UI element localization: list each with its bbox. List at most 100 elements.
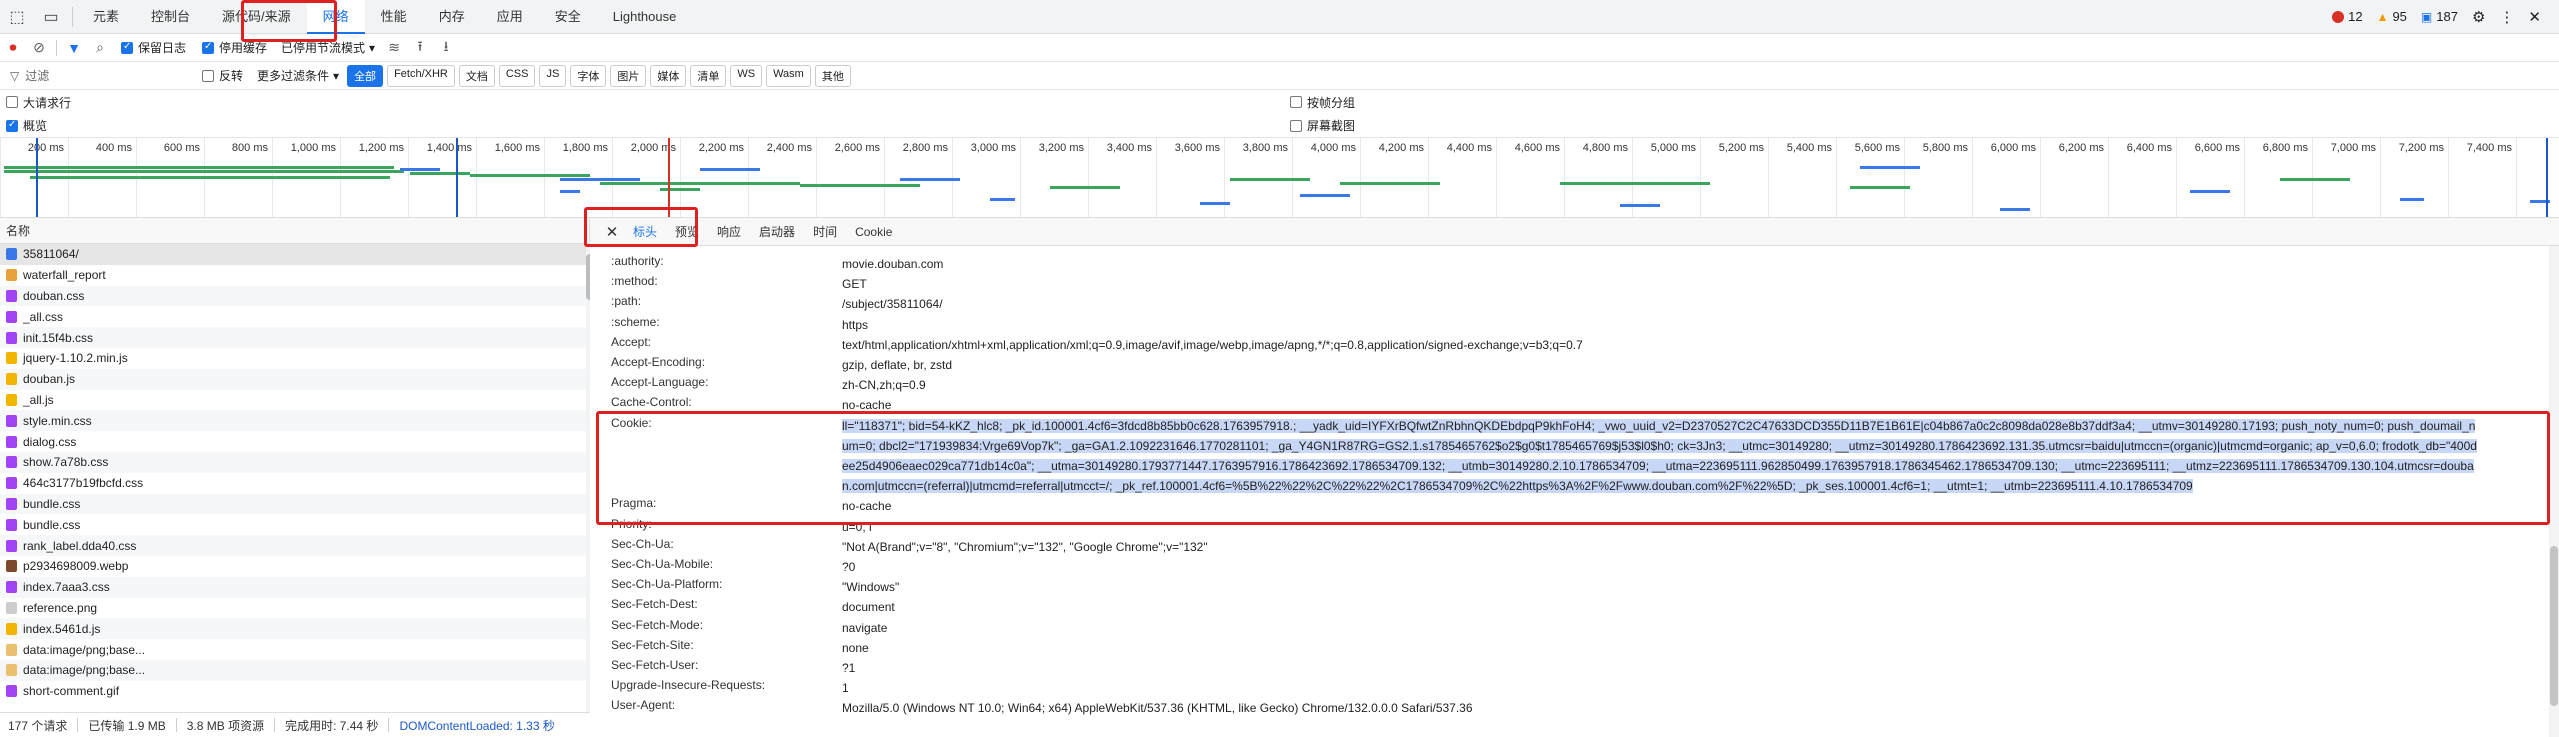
header-value[interactable]: gzip, deflate, br, zstd (842, 355, 2559, 375)
header-value[interactable]: document (842, 597, 2559, 617)
request-row[interactable]: bundle.css (0, 514, 589, 535)
network-conditions-icon[interactable]: ≋ (381, 35, 407, 61)
screenshots-checkbox[interactable]: 屏幕截图 (1290, 117, 1355, 134)
more-options-icon[interactable]: ⋮ (2499, 8, 2514, 26)
request-row[interactable]: 35811064/ (0, 244, 589, 265)
filter-chip[interactable]: 清单 (690, 64, 727, 87)
request-row[interactable]: waterfall_report (0, 265, 589, 286)
export-har-icon[interactable]: ⭳ (433, 35, 459, 61)
header-value[interactable]: u=0, i (842, 517, 2559, 537)
filter-chip[interactable]: 图片 (610, 64, 647, 87)
detail-tab[interactable]: 启动器 (750, 218, 804, 246)
header-value[interactable]: ?1 (842, 658, 2559, 678)
request-row[interactable]: data:image/png;base... (0, 659, 589, 681)
request-row[interactable]: reference.png (0, 598, 589, 619)
filter-chip[interactable]: Fetch/XHR (387, 64, 455, 87)
panel-tab[interactable]: 网络 (306, 0, 365, 34)
request-row[interactable]: 464c3177b19fbcfd.css (0, 473, 589, 494)
close-icon[interactable]: ✕ (2528, 8, 2541, 26)
clear-icon[interactable]: ⊘ (26, 35, 52, 61)
filter-chip[interactable]: 字体 (570, 64, 607, 87)
disable-cache-checkbox[interactable]: 停用缓存 (202, 39, 267, 56)
errors-badge[interactable]: 12 (2332, 9, 2363, 24)
panel-tab[interactable]: Lighthouse (597, 0, 693, 34)
panel-tab[interactable]: 应用 (481, 0, 539, 34)
request-row[interactable]: jquery-1.10.2.min.js (0, 348, 589, 369)
header-value[interactable]: navigate (842, 618, 2559, 638)
detail-tab[interactable]: 标头 (624, 218, 667, 246)
request-row[interactable]: show.7a78b.css (0, 451, 589, 473)
detail-tab[interactable]: 预览 (666, 218, 708, 246)
detail-scrollbar[interactable] (2549, 246, 2559, 737)
header-value[interactable]: no-cache (842, 496, 2559, 516)
import-har-icon[interactable]: ⭱ (407, 35, 433, 61)
invert-checkbox[interactable]: 反转 (202, 67, 243, 84)
timeline-overview[interactable]: 200 ms 400 ms 600 ms 800 ms 1,000 ms 1,200 ms… (0, 138, 2559, 218)
request-row[interactable]: index.7aaa3.css (0, 576, 589, 598)
header-value[interactable]: no-cache (842, 395, 2559, 415)
request-row[interactable]: rank_label.dda40.css (0, 535, 589, 556)
scrollbar-thumb[interactable] (2550, 546, 2558, 706)
filter-chip[interactable]: CSS (498, 64, 536, 87)
filter-chip[interactable]: 其他 (814, 64, 851, 87)
name-column-header[interactable]: 名称 (0, 218, 589, 244)
header-value[interactable]: "Not A(Brand";v="8", "Chromium";v="132",… (842, 537, 2559, 557)
issues-badge[interactable]: ▣ 187 (2421, 9, 2458, 24)
request-row[interactable]: style.min.css (0, 410, 589, 432)
header-value[interactable]: ll="118371"; bid=54-kKZ_hlc8; _pk_id.100… (842, 416, 2559, 497)
request-row[interactable]: data:image/png;base... (0, 639, 589, 660)
panel-tab[interactable]: 安全 (539, 0, 597, 34)
header-value[interactable]: text/html,application/xhtml+xml,applicat… (842, 335, 2559, 355)
filter-input[interactable]: ▽ 过滤 (4, 65, 194, 87)
request-row[interactable]: douban.css (0, 285, 589, 307)
header-value[interactable]: ?0 (842, 557, 2559, 577)
large-rows-checkbox[interactable]: 大请求行 (6, 94, 71, 111)
request-row[interactable]: short-comment.gif (0, 681, 589, 702)
panel-tab[interactable]: 源代码/来源 (206, 0, 307, 34)
search-icon[interactable]: ⌕ (87, 35, 113, 61)
header-value[interactable]: movie.douban.com (842, 254, 2559, 274)
throttle-select[interactable]: 已停用节流模式 ▾ (281, 39, 375, 56)
filter-chip[interactable]: Wasm (766, 64, 811, 87)
request-row[interactable]: _all.css (0, 306, 589, 327)
more-filters-select[interactable]: 更多过滤条件 ▾ (257, 67, 339, 84)
device-toolbar-icon[interactable]: ▭ (34, 0, 68, 34)
request-row[interactable]: init.15f4b.css (0, 327, 589, 348)
request-row[interactable]: dialog.css (0, 431, 589, 452)
detail-tab[interactable]: Cookie (846, 218, 901, 246)
header-value[interactable]: 1 (842, 678, 2559, 698)
detail-tab[interactable]: 响应 (708, 218, 750, 246)
header-value[interactable]: zh-CN,zh;q=0.9 (842, 375, 2559, 395)
header-value[interactable]: "Windows" (842, 577, 2559, 597)
panel-tab[interactable]: 元素 (77, 0, 135, 34)
warnings-badge[interactable]: ▲ 95 (2377, 9, 2407, 24)
inspect-element-icon[interactable]: ⬚ (0, 0, 34, 34)
detail-tab[interactable]: 时间 (804, 218, 846, 246)
header-value[interactable]: Mozilla/5.0 (Windows NT 10.0; Win64; x64… (842, 698, 2559, 718)
header-value[interactable]: none (842, 638, 2559, 658)
request-row[interactable]: _all.js (0, 390, 589, 411)
panel-tab[interactable]: 内存 (423, 0, 481, 34)
request-row[interactable]: p2934698009.webp (0, 556, 589, 577)
request-row[interactable]: index.5461d.js (0, 618, 589, 640)
filter-chip[interactable]: 媒体 (650, 64, 687, 87)
header-value[interactable]: /subject/35811064/ (842, 294, 2559, 314)
gear-icon[interactable]: ⚙ (2472, 8, 2485, 26)
filter-icon[interactable]: ▼ (61, 35, 87, 61)
record-icon[interactable]: ⏺ (0, 35, 26, 61)
filter-chip[interactable]: WS (730, 64, 763, 87)
request-row[interactable]: douban.js (0, 368, 589, 390)
filter-chip[interactable]: 文档 (458, 64, 495, 87)
group-by-frame-checkbox[interactable]: 按帧分组 (1290, 94, 1355, 111)
request-row[interactable]: bundle.css (0, 493, 589, 515)
close-icon[interactable]: ✕ (600, 223, 624, 241)
panel-tab[interactable]: 控制台 (135, 0, 206, 34)
preserve-log-checkbox[interactable]: 保留日志 (121, 39, 186, 56)
overview-checkbox[interactable]: 概览 (6, 117, 47, 134)
panel-tab[interactable]: 性能 (365, 0, 423, 34)
request-name: p2934698009.webp (23, 559, 129, 574)
filter-chip[interactable]: 全部 (347, 64, 384, 87)
filter-chip[interactable]: JS (539, 64, 567, 87)
header-value[interactable]: https (842, 315, 2559, 335)
header-value[interactable]: GET (842, 274, 2559, 294)
